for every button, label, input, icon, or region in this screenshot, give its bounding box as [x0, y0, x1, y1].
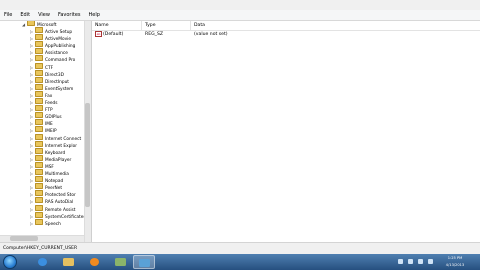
- menu-help[interactable]: Help: [85, 10, 104, 20]
- folder-icon: [35, 90, 43, 97]
- folder-icon: [35, 133, 43, 140]
- folder-icon: [35, 190, 43, 197]
- folder-icon: [35, 105, 43, 112]
- folder-icon: [35, 218, 43, 225]
- folder-icon: [35, 169, 43, 175]
- folder-icon: [35, 83, 43, 90]
- folder-icon: [35, 140, 43, 147]
- volume-icon[interactable]: [418, 259, 423, 264]
- taskbar-app-other[interactable]: [110, 255, 132, 269]
- flag-icon[interactable]: [398, 259, 403, 264]
- folder-open-icon: [27, 21, 35, 26]
- folder-icon: [35, 69, 43, 76]
- panes: ◢ Microsoft ▷ Active Setup ▷ ActiveMovie ▷ App…: [0, 21, 480, 242]
- values-list: Name Type Data ab (Default) REG_SZ (value…: [92, 21, 480, 242]
- folder-icon: [35, 154, 43, 161]
- folder-icon: [35, 126, 43, 133]
- folder-icon: [35, 197, 43, 204]
- string-value-icon: ab: [95, 31, 102, 37]
- registry-icon: [139, 259, 150, 267]
- value-name-cell: ab (Default): [95, 31, 123, 39]
- folder-icon: [35, 161, 43, 168]
- menu-view[interactable]: View: [34, 10, 54, 20]
- status-bar: Computer\HKEY_CURRENT_USER: [0, 242, 480, 254]
- taskbar-app-regedit[interactable]: [133, 255, 155, 269]
- folder-icon: [35, 211, 43, 218]
- folder-icon: [35, 34, 43, 41]
- tree-node[interactable]: ▷ Speech: [30, 218, 61, 227]
- network-icon[interactable]: [408, 259, 413, 264]
- registry-editor-window: File Edit View Favorites Help ◢ Microsoft…: [0, 0, 480, 254]
- column-header-name[interactable]: Name: [92, 21, 142, 30]
- power-icon[interactable]: [428, 259, 433, 264]
- tree-node-label: Speech: [45, 221, 61, 227]
- taskbar: 1:25 PM 4/13/2013: [0, 254, 480, 270]
- folder-icon: [35, 98, 43, 104]
- browser-icon: [38, 258, 47, 266]
- menu-file[interactable]: File: [0, 10, 16, 20]
- start-button[interactable]: [3, 255, 17, 269]
- folder-icon: [35, 41, 43, 48]
- clock-date: 4/13/2013: [445, 263, 465, 267]
- folder-icon: [35, 119, 43, 126]
- taskbar-app-explorer[interactable]: [58, 255, 80, 269]
- value-name: (Default): [103, 32, 124, 37]
- menu-edit[interactable]: Edit: [16, 10, 34, 20]
- menu-bar: File Edit View Favorites Help: [0, 10, 480, 21]
- folder-icon: [35, 55, 43, 62]
- clock-time: 1:25 PM: [447, 256, 463, 260]
- menu-favorites[interactable]: Favorites: [54, 10, 85, 20]
- folder-icon: [63, 258, 74, 266]
- folder-icon: [35, 147, 43, 154]
- column-header-type[interactable]: Type: [142, 21, 191, 30]
- media-icon: [90, 258, 99, 266]
- app-icon: [115, 258, 126, 266]
- taskbar-app-ie[interactable]: [32, 255, 54, 269]
- tree-vertical-scroll-thumb[interactable]: [85, 103, 90, 207]
- folder-icon: [35, 204, 43, 211]
- value-type: REG_SZ: [145, 32, 164, 37]
- clock[interactable]: 1:25 PM 4/13/2013: [440, 255, 470, 269]
- folder-icon: [35, 76, 43, 83]
- folder-icon: [35, 176, 43, 183]
- folder-icon: [35, 48, 43, 55]
- column-header-data[interactable]: Data: [191, 21, 480, 30]
- tree-horizontal-scroll-thumb[interactable]: [10, 236, 38, 241]
- value-data: (value not set): [194, 32, 228, 37]
- folder-icon: [35, 183, 43, 190]
- list-row[interactable]: ab (Default) REG_SZ (value not set): [92, 31, 480, 39]
- folder-icon: [35, 62, 43, 69]
- registry-tree: ◢ Microsoft ▷ Active Setup ▷ ActiveMovie ▷ App…: [0, 21, 92, 242]
- list-header: Name Type Data: [92, 21, 480, 31]
- folder-icon: [35, 112, 43, 119]
- taskbar-app-media[interactable]: [84, 255, 106, 269]
- folder-icon: [35, 27, 43, 33]
